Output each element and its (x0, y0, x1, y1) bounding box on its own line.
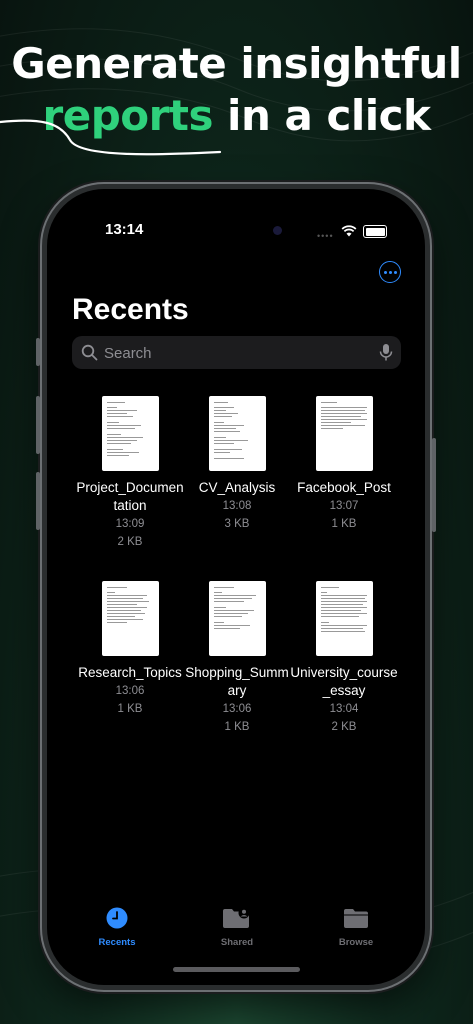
document-thumbnail (208, 581, 266, 656)
power-button (432, 438, 436, 532)
more-options-button[interactable] (379, 261, 401, 283)
search-icon (81, 344, 98, 361)
file-name: Shopping_Summary (185, 665, 289, 698)
page-title: Recents (72, 293, 189, 326)
file-item[interactable]: Shopping_Summary 13:06 1 KB (177, 581, 297, 736)
document-thumbnail (101, 396, 159, 471)
file-size: 1 KB (117, 703, 143, 715)
file-size: 1 KB (224, 721, 250, 733)
file-name: Research_Topics (78, 665, 182, 680)
file-name: Facebook_Post (297, 480, 391, 495)
folder-icon (344, 909, 368, 928)
file-item[interactable]: University_course_essay 13:04 2 KB (284, 581, 404, 736)
file-size: 3 KB (224, 518, 250, 530)
document-thumbnail (208, 396, 266, 471)
file-size: 1 KB (331, 518, 357, 530)
swoosh-underline (0, 119, 222, 156)
file-item[interactable]: Project_Documentation 13:09 2 KB (70, 396, 190, 551)
file-time: 13:04 (329, 703, 359, 715)
file-size: 2 KB (117, 536, 143, 548)
file-time: 13:06 (222, 703, 252, 715)
file-size: 2 KB (331, 721, 357, 733)
volume-down-button (36, 472, 40, 530)
tab-recents[interactable]: Recents (87, 907, 147, 948)
microphone-icon[interactable] (379, 343, 393, 362)
phone-frame: 13:14 •••• Recents Search Project_Docume… (36, 184, 436, 990)
clock-icon (106, 907, 128, 929)
document-thumbnail (315, 396, 373, 471)
search-bar[interactable] (72, 336, 401, 371)
wifi-icon (341, 225, 357, 237)
camera-dot (273, 226, 282, 235)
volume-up-button (36, 396, 40, 454)
home-indicator[interactable] (173, 967, 300, 972)
battery-icon (363, 225, 387, 238)
file-name: University_course_essay (290, 665, 398, 698)
status-time: 13:14 (105, 221, 144, 238)
tab-label: Recents (98, 937, 136, 948)
file-name: Project_Documentation (76, 480, 184, 513)
file-time: 13:06 (115, 685, 145, 697)
tab-browse[interactable]: Browse (326, 907, 386, 948)
file-time: 13:07 (329, 500, 359, 512)
phone-screen: 13:14 •••• Recents Search Project_Docume… (47, 189, 425, 985)
shared-folder-icon (223, 907, 250, 928)
file-item[interactable]: CV_Analysis 13:08 3 KB (177, 396, 297, 533)
file-item[interactable]: Facebook_Post 13:07 1 KB (284, 396, 404, 533)
file-time: 13:09 (115, 518, 145, 530)
headline-line-1: Generate insightful (11, 39, 462, 88)
tab-label: Shared (220, 937, 254, 948)
search-input[interactable] (102, 336, 366, 371)
file-time: 13:08 (222, 500, 252, 512)
file-item[interactable]: Research_Topics 13:06 1 KB (70, 581, 190, 718)
document-thumbnail (315, 581, 373, 656)
tab-shared[interactable]: Shared (207, 907, 267, 948)
cellular-icon: •••• (317, 231, 334, 241)
document-thumbnail (101, 581, 159, 656)
action-button (36, 338, 40, 366)
file-name: CV_Analysis (198, 480, 276, 495)
tab-label: Browse (338, 937, 374, 948)
